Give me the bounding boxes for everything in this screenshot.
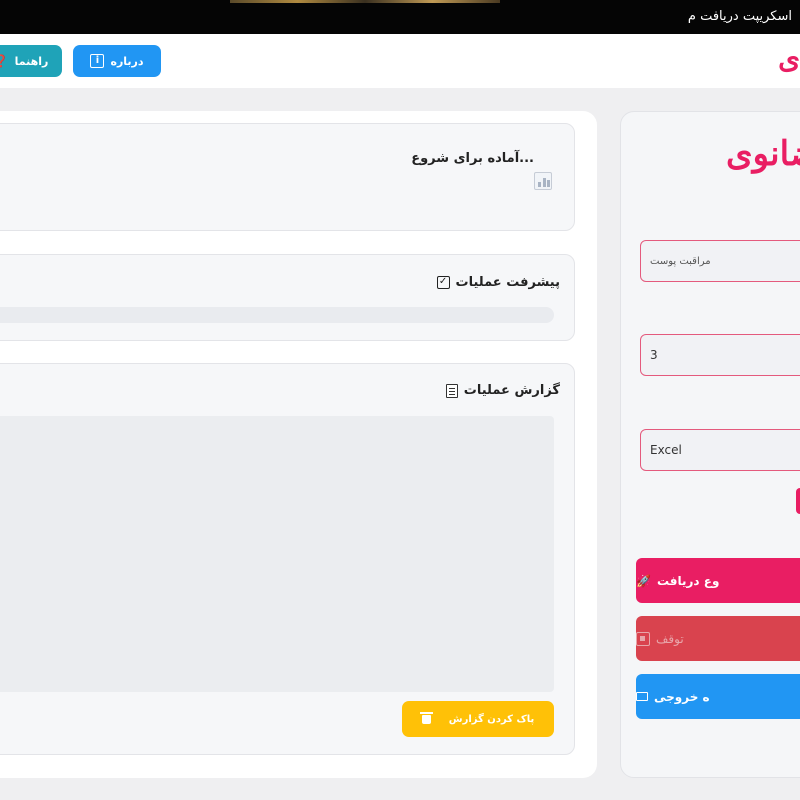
category-select[interactable]: مراقبت پوست bbox=[640, 240, 800, 282]
help-button[interactable]: راهنما ❓ bbox=[0, 45, 62, 77]
header-brand-logo: ی bbox=[778, 42, 800, 75]
trash-icon bbox=[419, 711, 433, 724]
progress-title: پیشرفت عملیات ✓ bbox=[436, 275, 560, 290]
log-textarea[interactable] bbox=[0, 416, 554, 692]
check-icon: ✓ bbox=[436, 276, 450, 289]
progress-bar bbox=[0, 307, 554, 323]
sidebar-logo: ضانوی bbox=[726, 134, 800, 174]
clear-log-button[interactable]: پاک کردن گزارش bbox=[402, 701, 554, 737]
log-card: گزارش عملیات پاک کردن گزارش bbox=[0, 363, 575, 755]
format-select[interactable]: Excel bbox=[640, 429, 800, 471]
log-title: گزارش عملیات bbox=[445, 383, 560, 398]
folder-icon bbox=[636, 692, 648, 701]
rocket-icon: 🚀 bbox=[636, 573, 651, 588]
memo-icon bbox=[445, 383, 458, 398]
stop-button[interactable]: توقف bbox=[636, 616, 800, 661]
chart-icon bbox=[534, 172, 552, 190]
start-button-label: وع دریافت bbox=[656, 573, 720, 588]
sidebar-small-button[interactable] bbox=[796, 488, 800, 514]
clear-log-label: پاک کردن گزارش bbox=[448, 713, 535, 725]
info-icon: i bbox=[90, 54, 105, 68]
stop-button-label: توقف bbox=[656, 631, 684, 646]
window-titlebar: اسکریپت دریافت م bbox=[0, 0, 800, 34]
stop-icon bbox=[636, 631, 650, 646]
output-folder-label: ه خروجی bbox=[654, 689, 710, 704]
titlebar-decoration bbox=[230, 0, 500, 3]
status-card: ...آماده برای شروع bbox=[0, 123, 575, 231]
window-title: اسکریپت دریافت م bbox=[687, 9, 792, 24]
progress-title-label: پیشرفت عملیات bbox=[455, 275, 560, 290]
count-input[interactable]: 3 bbox=[640, 334, 800, 376]
app-header: راهنما ❓ درباره i ی bbox=[0, 34, 800, 88]
question-icon: ❓ bbox=[0, 54, 9, 68]
help-button-label: راهنما bbox=[14, 54, 49, 68]
log-title-label: گزارش عملیات bbox=[463, 383, 560, 398]
status-text: ...آماده برای شروع bbox=[411, 151, 534, 166]
start-button[interactable]: وع دریافت 🚀 bbox=[636, 558, 800, 603]
about-button-label: درباره bbox=[110, 54, 144, 68]
about-button[interactable]: درباره i bbox=[73, 45, 161, 77]
progress-card: پیشرفت عملیات ✓ bbox=[0, 254, 575, 341]
output-folder-button[interactable]: ه خروجی bbox=[636, 674, 800, 719]
